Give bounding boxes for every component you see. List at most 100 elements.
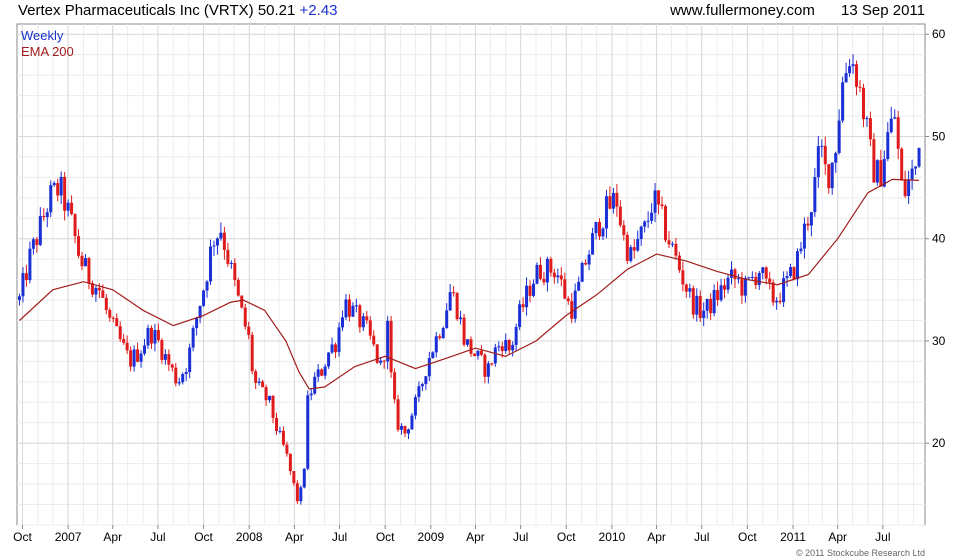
x-tick-label: Apr [828,530,847,544]
candle-body [257,381,261,383]
candle-body [528,285,532,296]
candle-body [389,320,393,373]
x-tick-label: Jul [875,530,890,544]
candle-body [844,73,848,83]
candle-body [490,363,494,365]
candle-body [229,263,233,265]
y-tick-label: 50 [932,129,946,143]
candle-body [368,320,372,336]
candle-body [139,353,143,362]
candle-body [674,243,678,256]
candle-body [532,283,536,296]
candle-body [66,202,70,211]
candle-body [500,346,504,352]
candle-body [604,196,608,229]
legend-weekly: Weekly [21,28,64,43]
candle-body [292,471,296,484]
candle-body [35,239,39,245]
candle-body [879,160,883,187]
candle-body [281,430,285,445]
candle-body [122,338,126,343]
candle-body [657,190,661,205]
x-tick-label: Jul [150,530,165,544]
candle-body [681,270,685,285]
candle-body [559,275,563,280]
candle-body [222,232,226,250]
candle-body [285,444,289,454]
candle-body [476,350,480,356]
candle-body [174,367,178,384]
candle-body [723,285,727,290]
candle-body [764,267,768,279]
candle-body [667,240,671,245]
candle-body [830,162,834,189]
candle-body [799,248,803,252]
candle-body [771,282,775,303]
candle-body [761,267,765,273]
candle-body [584,262,588,265]
x-tick-label: 2010 [599,530,626,544]
candle-body [264,387,268,401]
candle-body [156,330,160,341]
candle-body [587,254,591,265]
candle-body [747,277,751,279]
candle-body [580,262,584,282]
candle-body [521,304,525,308]
x-tick-label: Oct [376,530,395,544]
candle-body [160,340,164,360]
candle-body [709,298,713,314]
candle-body [639,226,643,240]
candle-body [486,363,490,377]
candle-body [205,281,209,291]
candle-body [875,160,879,183]
candle-body [108,310,112,318]
candle-body [775,300,779,303]
candle-body [59,176,63,196]
candle-body [143,345,147,354]
candle-body [455,293,459,320]
candle-body [261,381,265,388]
candle-body [643,221,647,227]
candle-body [768,278,772,283]
candle-body [167,354,171,365]
candle-body [622,225,626,235]
candle-body [288,453,292,472]
candle-body [778,300,782,303]
candle-body [497,346,501,348]
candle-body [462,317,466,345]
candle-body [274,417,278,432]
candle-body [268,395,272,401]
candle-body [757,272,761,285]
candle-body [917,147,921,167]
candle-body [740,278,744,296]
candle-body [795,251,799,280]
candle-body [820,145,824,147]
candle-body [302,468,306,488]
candle-body [823,145,827,165]
candle-body [233,263,237,280]
candle-body [841,82,845,121]
candle-body [417,386,421,398]
candle-body [358,305,362,328]
candle-body [278,430,282,432]
candle-body [542,278,546,283]
candle-body [420,384,424,387]
y-tick-label: 30 [932,334,946,348]
candle-body [323,366,327,376]
candle-body [698,295,702,319]
candle-body [466,339,470,345]
candle-body [365,316,369,321]
candle-body [837,120,841,154]
candle-body [163,354,167,360]
candle-body [684,284,688,292]
candle-body [552,272,556,278]
candle-body [212,245,216,247]
candle-body [337,327,341,353]
candle-body [240,295,244,308]
candle-body [17,296,21,301]
candle-body [410,415,414,430]
candle-body [889,118,893,133]
candle-body [434,336,438,353]
candle-body [250,334,254,372]
candle-body [848,66,852,74]
